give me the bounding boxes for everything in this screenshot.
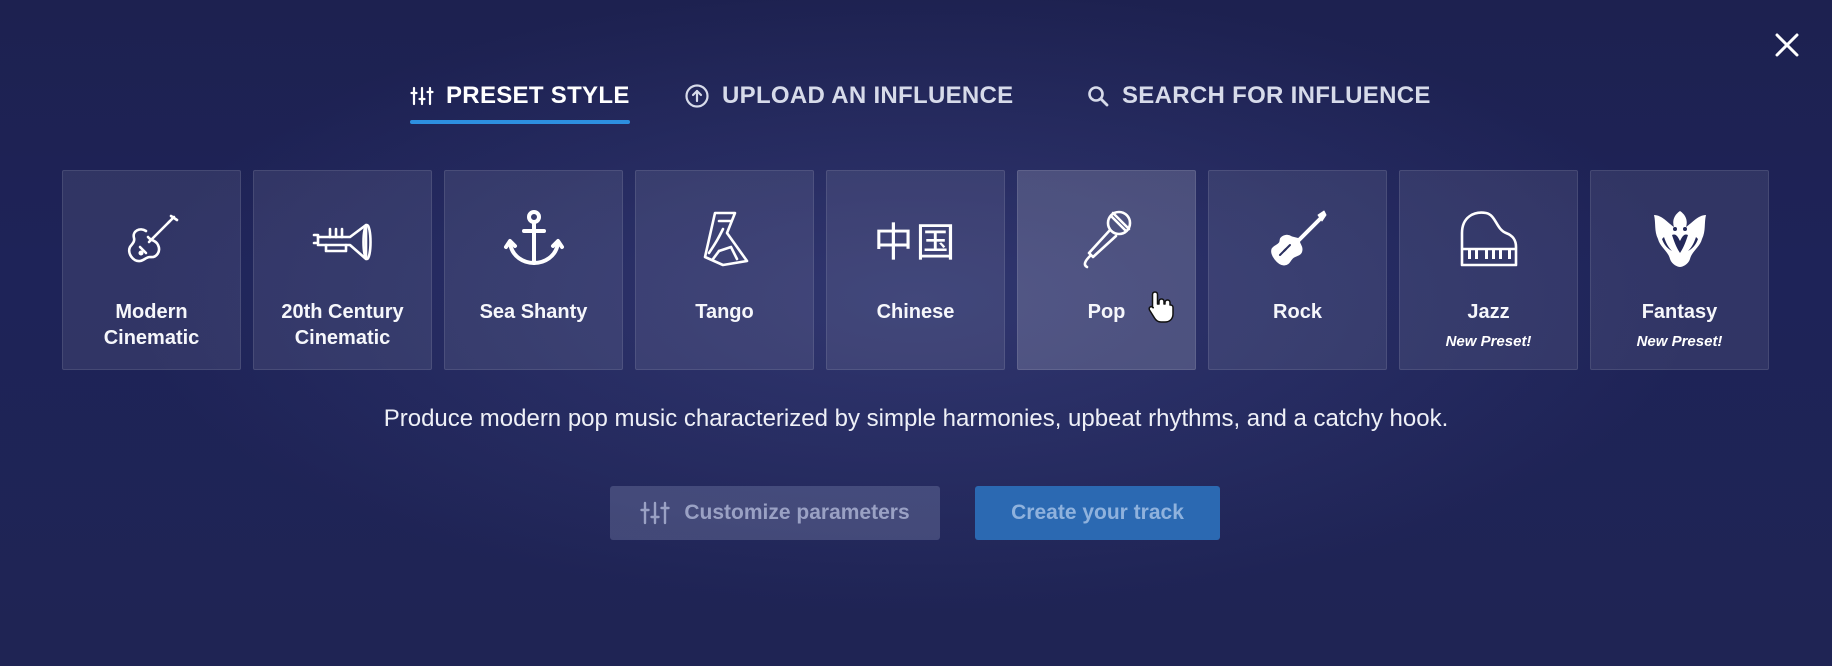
preset-label: Chinese	[827, 299, 1004, 325]
action-bar: Customize parameters Create your track	[0, 486, 1832, 540]
tab-label: SEARCH FOR INFLUENCE	[1122, 82, 1431, 109]
close-button[interactable]	[1770, 28, 1804, 62]
preset-label: Fantasy	[1591, 299, 1768, 325]
sliders-icon	[640, 501, 671, 525]
bandoneon-icon	[703, 211, 748, 267]
preset-label: Modern Cinematic	[63, 299, 240, 351]
preset-label: Sea Shanty	[445, 299, 622, 325]
preset-label-text: Tango	[695, 301, 754, 323]
search-icon	[1088, 86, 1109, 107]
tab-preset-style[interactable]: PRESET STYLE	[410, 74, 630, 124]
trumpet-icon	[312, 223, 372, 261]
preset-description: Produce modern pop music characterized b…	[383, 405, 1449, 432]
close-icon	[1775, 33, 1799, 57]
preset-label-text: 20th Century Cinematic	[281, 301, 404, 349]
preset-card-fantasy[interactable]: Fantasy New Preset!	[1590, 170, 1769, 370]
create-track-button[interactable]: Create your track	[975, 486, 1220, 540]
preset-label-text: Sea Shanty	[479, 301, 588, 323]
preset-label-text: Rock	[1273, 301, 1322, 323]
anchor-icon	[503, 210, 564, 265]
preset-card-rock[interactable]: Rock	[1208, 170, 1387, 370]
influence-tabs: PRESET STYLE UPLOAD AN INFLUENCE SEARCH …	[0, 74, 1832, 124]
tab-upload-influence[interactable]: UPLOAD AN INFLUENCE	[684, 74, 1013, 118]
preset-card-chinese[interactable]: 中国 Chinese	[826, 170, 1005, 370]
tab-label: PRESET STYLE	[446, 82, 630, 109]
preset-card-sea-shanty[interactable]: Sea Shanty	[444, 170, 623, 370]
preset-label-text: Chinese	[876, 301, 955, 323]
dragon-icon	[1653, 211, 1706, 267]
customize-parameters-button[interactable]: Customize parameters	[610, 486, 940, 540]
upload-circle-icon	[685, 84, 709, 108]
preset-label: Pop	[1018, 299, 1195, 325]
preset-label-text: Jazz	[1467, 301, 1510, 323]
preset-card-20th-century-cinematic[interactable]: 20th Century Cinematic	[253, 170, 432, 370]
preset-card-modern-cinematic[interactable]: Modern Cinematic	[62, 170, 241, 370]
preset-label: 20th Century Cinematic	[254, 299, 431, 351]
preset-label-text: Modern Cinematic	[103, 301, 200, 349]
preset-card-tango[interactable]: Tango	[635, 170, 814, 370]
customize-parameters-label: Customize parameters	[684, 501, 910, 524]
electric-guitar-icon	[1270, 210, 1326, 266]
preset-label-text: Pop	[1087, 301, 1126, 323]
create-track-label: Create your track	[1011, 501, 1184, 524]
sliders-icon	[410, 86, 434, 106]
microphone-icon	[1083, 210, 1131, 269]
tab-label: UPLOAD AN INFLUENCE	[722, 82, 1014, 109]
new-preset-badge: New Preset!	[1445, 333, 1532, 350]
chinese-characters-icon: 中国	[873, 220, 958, 266]
new-preset-badge: New Preset!	[1636, 333, 1723, 350]
grand-piano-icon	[1460, 211, 1517, 267]
preset-label-text: Fantasy	[1641, 301, 1718, 323]
preset-card-pop[interactable]: Pop	[1017, 170, 1196, 370]
preset-card-jazz[interactable]: Jazz New Preset!	[1399, 170, 1578, 370]
preset-label: Rock	[1209, 299, 1386, 325]
tab-search-influence[interactable]: SEARCH FOR INFLUENCE	[1086, 74, 1431, 118]
preset-label: Jazz	[1400, 299, 1577, 325]
preset-label: Tango	[636, 299, 813, 325]
preset-style-grid: Modern Cinematic 20th Century Cinematic	[62, 170, 1770, 372]
violin-icon	[127, 214, 178, 263]
